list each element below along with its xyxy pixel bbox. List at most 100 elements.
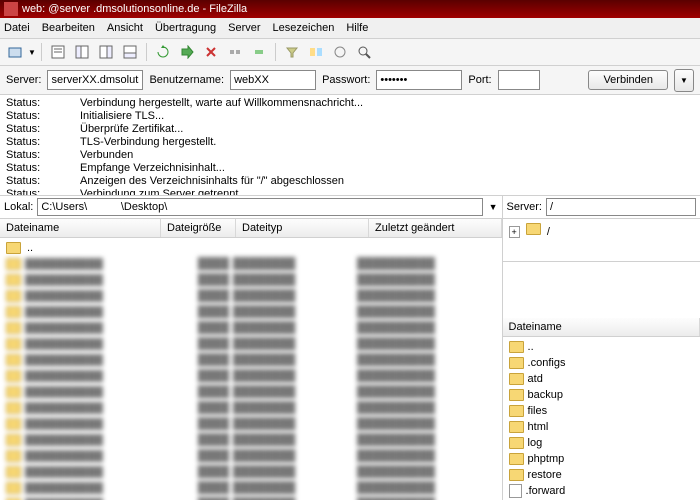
site-manager-button[interactable] [4,41,26,63]
log-line: Verbindung hergestellt, warte auf Willko… [80,97,363,110]
list-item[interactable]: ████████████████████████████████ [0,368,502,384]
app-icon [4,2,18,16]
item-name: restore [528,469,562,481]
server-input[interactable] [47,70,143,90]
menu-bearbeiten[interactable]: Bearbeiten [42,22,95,34]
col-name[interactable]: Dateiname [0,219,161,237]
connect-dropdown-button[interactable]: ▼ [674,69,694,92]
list-item[interactable]: ████████████████████████████████ [0,384,502,400]
folder-icon [509,437,524,449]
menu-lesezeichen[interactable]: Lesezeichen [273,22,335,34]
pass-input[interactable] [376,70,462,90]
remote-tree[interactable]: + / [503,219,700,262]
list-item[interactable]: .forward [503,483,700,499]
log-label: Status: [6,175,80,188]
connect-button[interactable]: Verbinden [588,70,668,90]
item-name: backup [528,389,563,401]
compare-button[interactable] [305,41,327,63]
toggle-queue-button[interactable] [119,41,141,63]
list-item[interactable]: ████████████████████████████████ [0,480,502,496]
menu-datei[interactable]: Datei [4,22,30,34]
refresh-button[interactable] [152,41,174,63]
list-item[interactable]: ████████████████████████████████ [0,432,502,448]
reconnect-button[interactable] [248,41,270,63]
log-line: Initialisiere TLS... [80,110,164,123]
log-label: Status: [6,162,80,175]
user-input[interactable] [230,70,316,90]
sync-button[interactable] [329,41,351,63]
search-button[interactable] [353,41,375,63]
col-size[interactable]: Dateigröße [161,219,236,237]
message-log[interactable]: Status:Verbindung hergestellt, warte auf… [0,95,700,196]
toggle-remote-tree-button[interactable] [95,41,117,63]
item-name: .forward [526,485,566,497]
toggle-local-tree-button[interactable] [71,41,93,63]
list-item[interactable]: ████████████████████████████████ [0,272,502,288]
list-item[interactable]: atd [503,371,700,387]
menu-hilfe[interactable]: Hilfe [346,22,368,34]
list-item[interactable]: ████████████████████████████████ [0,448,502,464]
list-item[interactable]: ████████████████████████████████ [0,496,502,500]
disconnect-button[interactable] [224,41,246,63]
folder-icon [509,373,524,385]
list-item[interactable]: ████████████████████████████████ [0,336,502,352]
user-label: Benutzername: [149,74,224,86]
folder-icon [509,453,524,465]
log-line: Verbindung zum Server getrennt [80,188,238,196]
list-item[interactable]: ████████████████████████████████ [0,288,502,304]
col-mod[interactable]: Zuletzt geändert [369,219,502,237]
log-label: Status: [6,149,80,162]
list-item[interactable]: ████████████████████████████████ [0,320,502,336]
dropdown-icon[interactable]: ▼ [28,48,36,57]
separator [146,43,147,61]
list-item[interactable]: ████████████████████████████████ [0,400,502,416]
list-item[interactable]: ████████████████████████████████ [0,464,502,480]
local-list[interactable]: ████████████████████████████████████████… [0,238,502,500]
col-type[interactable]: Dateityp [236,219,369,237]
list-item[interactable]: ████████████████████████████████ [0,416,502,432]
process-queue-button[interactable] [176,41,198,63]
list-item[interactable]: ████████████████████████████████ [0,304,502,320]
filter-button[interactable] [281,41,303,63]
log-line: Verbunden [80,149,133,162]
tree-expand-icon[interactable]: + [509,226,520,238]
menu-server[interactable]: Server [228,22,260,34]
list-item-up[interactable] [0,240,502,256]
log-label: Status: [6,188,80,196]
list-item[interactable]: .. [503,339,700,355]
menu-uebertragung[interactable]: Übertragung [155,22,216,34]
remote-list[interactable]: .. .configsatd backup files html log phptmp res… [503,337,700,500]
log-line: TLS-Verbindung hergestellt. [80,136,216,149]
list-item[interactable]: ████████████████████████████████ [0,352,502,368]
list-item[interactable]: phptmp [503,451,700,467]
menu-bar: Datei Bearbeiten Ansicht Übertragung Ser… [0,18,700,39]
list-item[interactable]: log [503,435,700,451]
folder-icon [509,357,524,369]
list-item[interactable]: restore [503,467,700,483]
log-label: Status: [6,110,80,123]
remote-path-input[interactable] [546,198,696,216]
local-list-header: Dateiname Dateigröße Dateityp Zuletzt ge… [0,219,502,238]
item-name: phptmp [528,453,565,465]
remote-path-bar: Server: [503,196,700,219]
toggle-log-button[interactable] [47,41,69,63]
list-item[interactable]: ████████████████████████████████ [0,256,502,272]
list-item[interactable]: html [503,419,700,435]
server-label: Server: [6,74,41,86]
menu-ansicht[interactable]: Ansicht [107,22,143,34]
item-name: html [528,421,549,433]
toolbar: ▼ [0,39,700,66]
item-name: .. [528,341,534,353]
cancel-button[interactable] [200,41,222,63]
log-line: Anzeigen des Verzeichnisinhalts für "/" … [80,175,344,188]
chevron-down-icon[interactable]: ▼ [489,202,498,212]
list-item[interactable]: backup [503,387,700,403]
col-name[interactable]: Dateiname [503,318,700,336]
port-input[interactable] [498,70,540,90]
list-item[interactable]: files [503,403,700,419]
tree-root[interactable]: / [547,226,550,238]
list-item[interactable]: .configs [503,355,700,371]
log-label: Status: [6,123,80,136]
local-path-input[interactable] [37,198,482,216]
local-path-bar: Lokal: ▼ [0,196,502,219]
